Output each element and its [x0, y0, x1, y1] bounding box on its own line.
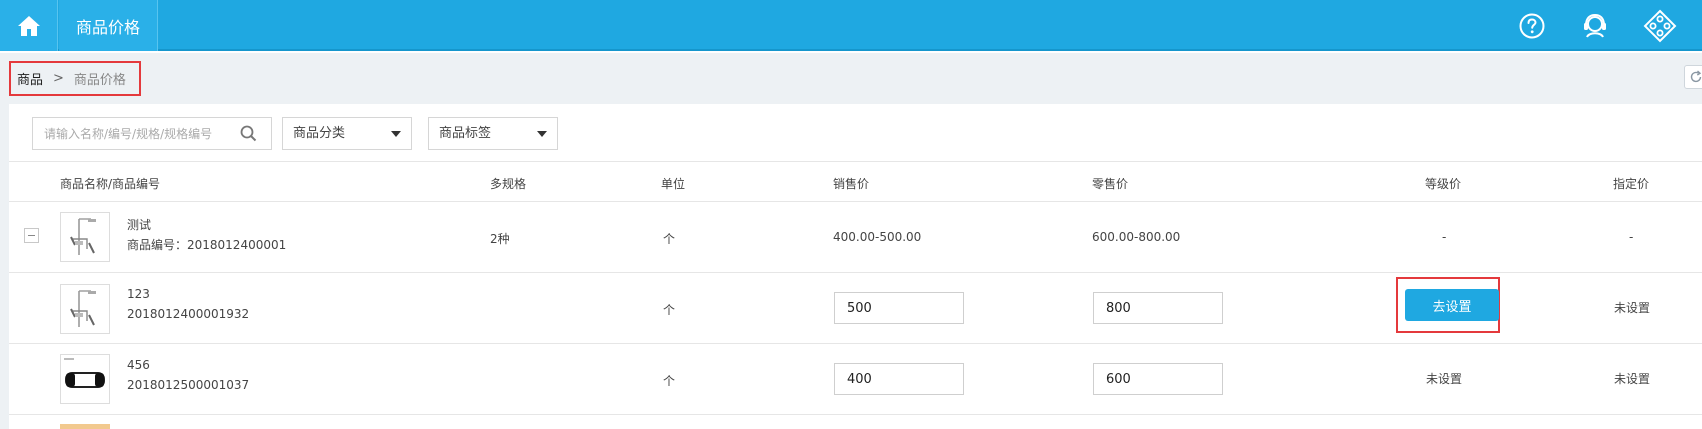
product-thumbnail [60, 212, 110, 262]
breadcrumb-bar: 商品 > 商品价格 [0, 53, 1702, 104]
table-header: 商品名称/商品编号 多规格 单位 销售价 零售价 等级价 指定价 [9, 161, 1702, 202]
highlight-box: 去设置 [1396, 277, 1500, 333]
header-unit: 单位 [661, 177, 686, 191]
shower-image-icon [61, 285, 109, 333]
left-gutter [0, 104, 9, 429]
customer-service-icon [1584, 13, 1606, 38]
breadcrumb: 商品 > 商品价格 [9, 61, 141, 96]
breadcrumb-item-current: 商品价格 [73, 73, 126, 88]
search-input[interactable] [33, 118, 233, 149]
product-code: 商品编号：2018012400001 [127, 238, 287, 252]
refresh-icon [1690, 70, 1702, 83]
page-title-tab[interactable]: 商品价格 [59, 0, 158, 51]
set-level-price-button[interactable]: 去设置 [1405, 289, 1499, 321]
table-row: 456 2018012500001037 个 未设置 未设置 [9, 344, 1702, 415]
shower-image-icon [61, 213, 109, 261]
product-name: 测试 [127, 218, 152, 232]
header-designated-price: 指定价 [1613, 177, 1650, 191]
retail-price-range: 600.00-800.00 [1092, 230, 1181, 244]
table-row: 测试 商品编号：2018012400001 2种 个 400.00-500.00… [9, 202, 1702, 273]
breadcrumb-item-goods[interactable]: 商品 [17, 69, 43, 88]
chevron-down-icon [537, 131, 547, 137]
level-price-value: - [1442, 230, 1447, 244]
help-button[interactable] [1515, 9, 1549, 43]
header-name: 商品名称/商品编号 [60, 177, 161, 191]
specs-count: 2种 [490, 232, 510, 246]
header-level-price: 等级价 [1425, 177, 1462, 191]
sale-price-input[interactable] [834, 363, 964, 395]
retail-price-input[interactable] [1093, 363, 1223, 395]
unit-value: 个 [663, 232, 676, 246]
search-box [32, 117, 272, 150]
category-select[interactable]: 商品分类 [282, 117, 412, 150]
designated-price-value: 未设置 [1614, 301, 1651, 315]
sale-price-range: 400.00-500.00 [833, 230, 922, 244]
rack-image-icon [61, 355, 109, 403]
sku-name: 456 [127, 358, 150, 372]
search-button[interactable] [240, 125, 257, 146]
chevron-down-icon [391, 131, 401, 137]
collapse-toggle[interactable] [24, 228, 39, 243]
unit-value: 个 [663, 303, 676, 317]
sku-code: 2018012400001932 [127, 307, 250, 321]
designated-price-value: 未设置 [1614, 372, 1651, 386]
tag-select[interactable]: 商品标签 [428, 117, 558, 150]
sku-code: 2018012500001037 [127, 378, 250, 392]
breadcrumb-separator: > [53, 71, 64, 86]
category-select-label: 商品分类 [293, 126, 346, 141]
sale-price-input[interactable] [834, 292, 964, 324]
search-icon [240, 125, 257, 142]
home-icon [17, 15, 40, 36]
menu-button[interactable] [1643, 9, 1677, 43]
customer-service-button[interactable] [1578, 9, 1612, 43]
top-navbar: 商品价格 [0, 0, 1702, 51]
product-thumbnail [60, 284, 110, 334]
table-row: 123 2018012400001932 个 去设置 未设置 [9, 273, 1702, 344]
grid-menu-icon [1643, 9, 1677, 43]
unit-value: 个 [663, 374, 676, 388]
header-specs: 多规格 [490, 177, 527, 191]
refresh-button[interactable] [1684, 65, 1702, 89]
retail-price-input[interactable] [1093, 292, 1223, 324]
designated-price-value: - [1629, 230, 1634, 244]
level-price-value: 未设置 [1426, 372, 1463, 386]
tag-select-label: 商品标签 [439, 126, 492, 141]
header-sale-price: 销售价 [833, 177, 870, 191]
help-icon [1519, 13, 1545, 39]
product-thumbnail [60, 354, 110, 404]
header-retail-price: 零售价 [1092, 177, 1129, 191]
sku-name: 123 [127, 287, 150, 301]
home-button[interactable] [0, 0, 58, 51]
product-thumbnail [60, 424, 110, 429]
